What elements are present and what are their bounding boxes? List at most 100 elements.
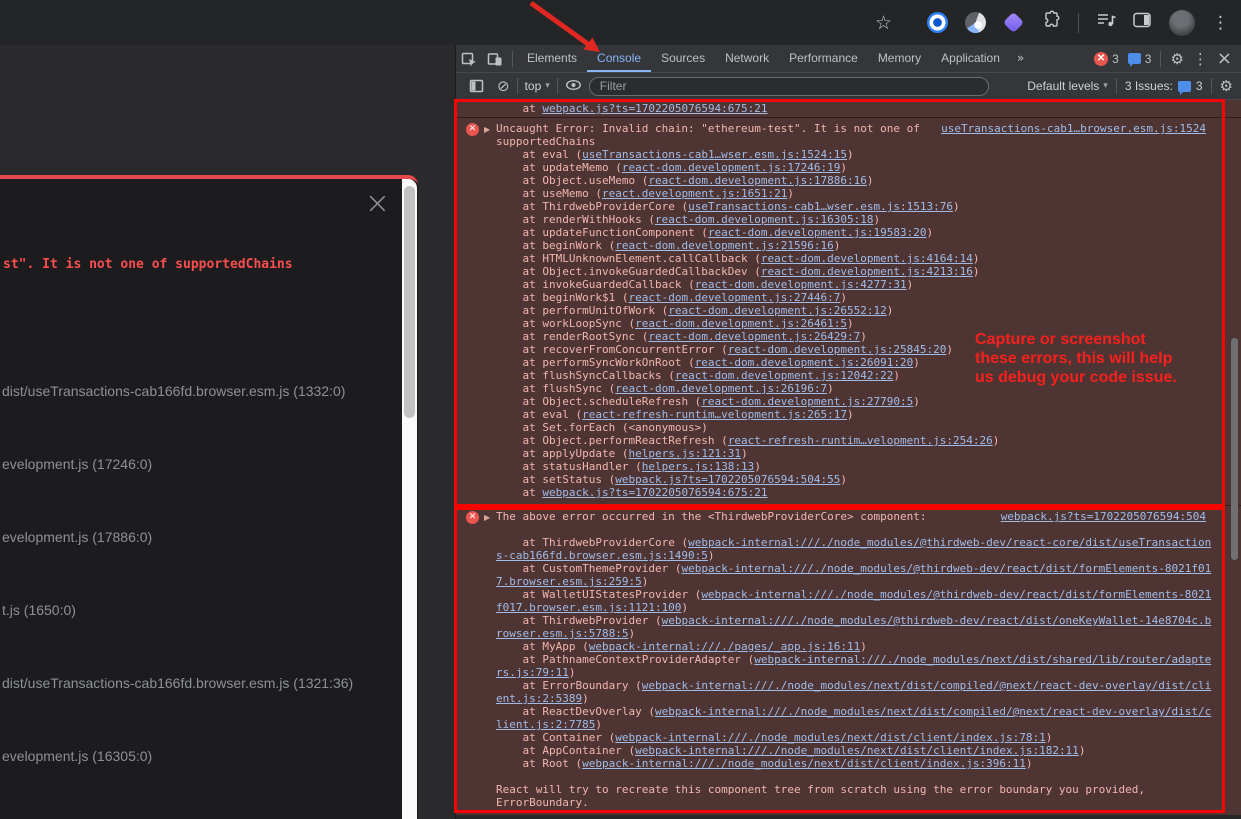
stack-link[interactable]: react-dom.development.js:4277:31 (695, 278, 907, 291)
devtools-menu-kebab-icon[interactable]: ⋮ (1193, 50, 1208, 68)
console-line: at Object.invokeGuardedCallbackDev (reac… (496, 265, 1212, 278)
extension-blue-circle-icon[interactable] (927, 12, 948, 33)
stack-text: Uncaught Error: Invalid chain: "ethereum… (496, 122, 920, 135)
extension-clock-icon[interactable] (965, 12, 986, 33)
stack-link[interactable]: react-dom.development.js:4164:14 (761, 252, 973, 265)
overlay-close-icon[interactable]: × (365, 189, 390, 219)
stack-link[interactable]: webpack-internal:///./node_modules/@thir… (688, 536, 1211, 549)
stack-link[interactable]: webpack-internal:///./pages/_app.js:16:1… (589, 640, 861, 653)
stack-link[interactable]: react-dom.development.js:26196:7 (615, 382, 827, 395)
stack-link[interactable]: react-dom.development.js:27790:5 (701, 395, 913, 408)
tab-performance[interactable]: Performance (779, 45, 868, 72)
filter-input[interactable] (589, 77, 989, 96)
issues-counter[interactable]: 3 Issues: 3 (1125, 79, 1203, 93)
extension-purple-diamond-icon[interactable] (1003, 12, 1024, 33)
stack-link[interactable]: helpers.js:138:13 (642, 460, 755, 473)
stack-link[interactable]: webpack-internal:///./node_modules/next/… (754, 653, 1211, 666)
stack-link[interactable]: react-dom.development.js:17246:19 (622, 161, 841, 174)
stack-link[interactable]: f017.browser.esm.js:1121:100 (496, 601, 681, 614)
overlay-scrollbar-track[interactable] (402, 179, 417, 819)
console-line: at CustomThemeProvider (webpack-internal… (496, 562, 1212, 575)
stack-link[interactable]: ent.js:2:5389 (496, 692, 582, 705)
stack-text: at eval ( (496, 148, 582, 161)
stack-link[interactable]: useTransactions-cab1…wser.esm.js:1513:76 (688, 200, 953, 213)
overlay-stack-frame: dist/useTransactions-cab166fd.browser.es… (2, 383, 345, 399)
console-line: at flushSyncCallbacks (react-dom.develop… (496, 369, 1212, 382)
stack-link[interactable]: webpack-internal:///./node_modules/@thir… (662, 614, 1212, 627)
overlay-scrollbar-thumb[interactable] (404, 186, 415, 418)
stack-text: ErrorBoundary. (496, 796, 589, 809)
stack-link[interactable]: s-cab166fd.browser.esm.js:1490:5 (496, 549, 708, 562)
more-tabs-icon[interactable]: » (1010, 45, 1031, 72)
tab-elements[interactable]: Elements (517, 45, 587, 72)
stack-link[interactable]: lient.js:2:7785 (496, 718, 595, 731)
console-line: React will try to recreate this componen… (496, 783, 1212, 796)
stack-link[interactable]: webpack-internal:///./node_modules/next/… (635, 744, 1079, 757)
stack-link[interactable]: react-dom.development.js:12042:22 (675, 369, 894, 382)
tab-sources[interactable]: Sources (651, 45, 715, 72)
stack-link[interactable]: react-dom.development.js:26552:12 (668, 304, 887, 317)
stack-link[interactable]: webpack-internal:///./node_modules/next/… (655, 705, 1211, 718)
stack-link[interactable]: webpack-internal:///./node_modules/next/… (615, 731, 1045, 744)
stack-link[interactable]: react-dom.development.js:25845:20 (728, 343, 947, 356)
source-location-link[interactable]: webpack.js?ts=1702205076594:504 (1001, 510, 1206, 523)
error-icon: ✕ (466, 123, 479, 136)
expand-triangle-icon[interactable]: ▶ (484, 123, 490, 136)
side-panel-icon[interactable] (1133, 12, 1152, 33)
stack-link[interactable]: react-dom.development.js:17886:16 (648, 174, 867, 187)
stack-link[interactable]: react-dom.development.js:16305:18 (655, 213, 874, 226)
issues-bubble-icon[interactable] (1128, 53, 1141, 64)
tab-network[interactable]: Network (715, 45, 779, 72)
stack-link[interactable]: 7.browser.esm.js:259:5 (496, 575, 642, 588)
media-controls-icon[interactable] (1096, 11, 1116, 34)
console-scrollbar-thumb[interactable] (1231, 338, 1238, 560)
devtools-close-icon[interactable]: × (1217, 48, 1232, 69)
stack-link[interactable]: helpers.js:121:31 (628, 447, 741, 460)
clear-console-icon[interactable]: ⊘ (497, 77, 510, 95)
stack-link[interactable]: react.development.js:1651:21 (602, 187, 787, 200)
stack-link[interactable]: webpack-internal:///./node_modules/@thir… (701, 588, 1211, 601)
stack-link[interactable]: react-dom.development.js:21596:16 (615, 239, 834, 252)
context-selector[interactable]: top ▾ (525, 79, 550, 93)
console-sidebar-icon[interactable] (464, 78, 490, 94)
stack-link[interactable]: react-dom.development.js:26429:7 (648, 330, 860, 343)
source-location-link[interactable]: useTransactions-cab1…browser.esm.js:1524 (941, 122, 1206, 135)
tab-console[interactable]: Console (587, 45, 651, 72)
console-settings-gear-icon[interactable]: ⚙ (1220, 77, 1233, 95)
console-line: at useMemo (react.development.js:1651:21… (496, 187, 1212, 200)
tab-application[interactable]: Application (931, 45, 1010, 72)
expand-triangle-icon[interactable]: ▶ (484, 511, 490, 524)
console-entry: at webpack.js?ts=1702205076594:675:21 (456, 100, 1241, 117)
stack-link[interactable]: react-dom.development.js:4213:16 (761, 265, 973, 278)
stack-link[interactable]: react-dom.development.js:26091:20 (695, 356, 914, 369)
devtools-settings-gear-icon[interactable]: ⚙ (1170, 50, 1183, 68)
error-count-icon[interactable]: ✕ (1094, 52, 1108, 66)
stack-link[interactable]: react-dom.development.js:19583:20 (708, 226, 927, 239)
console-messages: at webpack.js?ts=1702205076594:675:21 ✕ ▶ u… (456, 100, 1241, 819)
stack-link[interactable]: rs.js:79:11 (496, 666, 569, 679)
stack-link[interactable]: webpack.js?ts=1702205076594:675:21 (542, 102, 767, 115)
stack-link[interactable]: webpack-internal:///./node_modules/@thir… (681, 562, 1211, 575)
device-toolbar-icon[interactable] (482, 45, 508, 72)
stack-link[interactable]: webpack.js?ts=1702205076594:504:55 (615, 473, 840, 486)
log-levels-dropdown[interactable]: Default levels ▾ (1027, 79, 1108, 93)
stack-link[interactable]: rowser.esm.js:5788:5 (496, 627, 628, 640)
stack-link[interactable]: useTransactions-cab1…wser.esm.js:1524:15 (582, 148, 847, 161)
stack-link[interactable]: react-refresh-runtim…velopment.js:265:17 (582, 408, 847, 421)
stack-link[interactable]: webpack.js?ts=1702205076594:675:21 (542, 486, 767, 499)
profile-avatar[interactable] (1169, 10, 1195, 36)
stack-link[interactable]: webpack-internal:///./node_modules/next/… (582, 757, 1026, 770)
screen: ☆ ⋮ × st". It is not one of supportedCha… (0, 0, 1241, 819)
stack-link[interactable]: react-dom.development.js:26461:5 (635, 317, 847, 330)
bookmark-star-icon[interactable]: ☆ (875, 12, 892, 34)
extensions-puzzle-icon[interactable] (1041, 10, 1061, 35)
stack-link[interactable]: react-dom.development.js:27446:7 (628, 291, 840, 304)
stack-link[interactable]: webpack-internal:///./node_modules/next/… (642, 679, 1212, 692)
browser-menu-kebab-icon[interactable]: ⋮ (1212, 13, 1229, 33)
inspect-element-icon[interactable] (456, 45, 482, 72)
eye-icon[interactable] (565, 78, 582, 95)
console-line: at ThirdwebProvider (webpack-internal://… (496, 614, 1212, 627)
stack-text: ) (1026, 757, 1033, 770)
stack-link[interactable]: react-refresh-runtim…velopment.js:254:26 (728, 434, 993, 447)
tab-memory[interactable]: Memory (868, 45, 931, 72)
